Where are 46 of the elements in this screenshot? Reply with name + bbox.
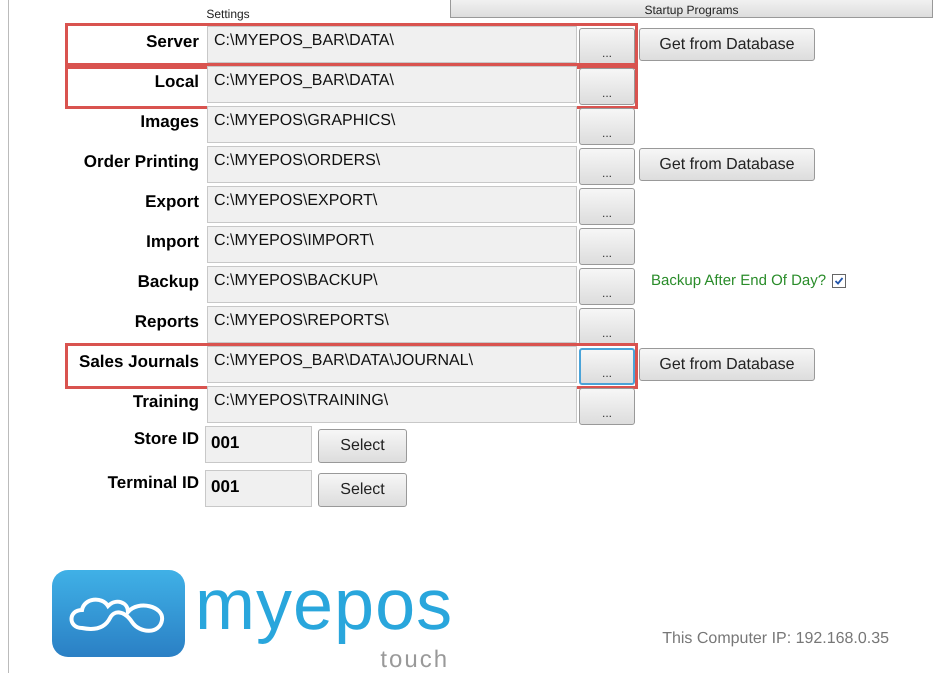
field-label: Server (145, 31, 200, 52)
browse-button[interactable]: ... (579, 348, 635, 385)
field-label: Images (139, 111, 200, 132)
path-field[interactable]: C:\MYEPOS\TRAINING\ (207, 386, 577, 423)
field-label: Terminal ID (106, 472, 200, 493)
ip-address-text: This Computer IP: 192.168.0.35 (662, 630, 889, 648)
get-from-database-button[interactable]: Get from Database (639, 28, 815, 61)
browse-button[interactable]: ... (579, 268, 635, 305)
path-field[interactable]: C:\MYEPOS\IMPORT\ (207, 226, 577, 263)
get-from-database-button[interactable]: Get from Database (639, 348, 815, 381)
field-label: Store ID (132, 428, 200, 449)
field-label: Export (144, 191, 200, 212)
browse-button[interactable]: ... (579, 148, 635, 185)
browse-button[interactable]: ... (579, 308, 635, 345)
browse-button[interactable]: ... (579, 188, 635, 225)
browse-button[interactable]: ... (579, 108, 635, 145)
tab[interactable]: Startup Programs (450, 0, 933, 18)
path-field[interactable]: C:\MYEPOS\REPORTS\ (207, 306, 577, 343)
cloud-logo-icon (52, 570, 185, 657)
path-field[interactable]: C:\MYEPOS_BAR\DATA\ (207, 26, 577, 63)
browse-button[interactable]: ... (579, 28, 635, 65)
field-label: Local (154, 71, 200, 92)
browse-button[interactable]: ... (579, 228, 635, 265)
brand-name: myepos (195, 564, 454, 647)
field-label: Import (145, 231, 200, 252)
path-field[interactable]: C:\MYEPOS\BACKUP\ (207, 266, 577, 303)
id-field[interactable]: 001 (205, 470, 312, 507)
id-field[interactable]: 001 (205, 426, 312, 463)
checkbox-label: Backup After End Of Day? (651, 272, 826, 289)
select-button[interactable]: Select (318, 429, 407, 463)
path-field[interactable]: C:\MYEPOS\GRAPHICS\ (207, 106, 577, 143)
path-field[interactable]: C:\MYEPOS\EXPORT\ (207, 186, 577, 223)
browse-button[interactable]: ... (579, 388, 635, 425)
get-from-database-button[interactable]: Get from Database (639, 148, 815, 181)
path-field[interactable]: C:\MYEPOS_BAR\DATA\ (207, 66, 577, 103)
field-label: Order Printing (82, 151, 200, 172)
path-field[interactable]: C:\MYEPOS\ORDERS\ (207, 146, 577, 183)
field-label: Training (132, 391, 200, 412)
field-label: Sales Journals (78, 351, 200, 372)
field-label: Backup (136, 271, 200, 292)
brand-tagline: touch (380, 646, 450, 673)
field-label: Reports (134, 311, 200, 332)
browse-button[interactable]: ... (579, 68, 635, 105)
checkbox[interactable] (832, 274, 846, 288)
path-field[interactable]: C:\MYEPOS_BAR\DATA\JOURNAL\ (207, 346, 577, 383)
select-button[interactable]: Select (318, 473, 407, 507)
